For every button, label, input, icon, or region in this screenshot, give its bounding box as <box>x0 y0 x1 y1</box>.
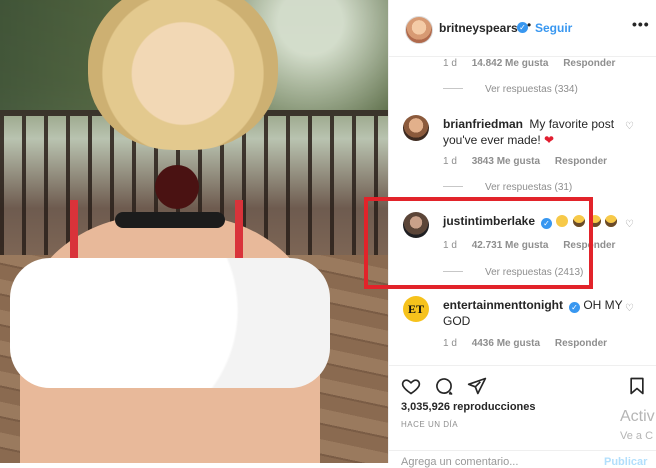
heart-icon[interactable] <box>401 376 421 396</box>
comment-likes[interactable]: 4436 Me gusta <box>472 338 540 349</box>
like-comment-heart-icon[interactable]: ♡ <box>625 122 635 132</box>
reply-button[interactable]: Responder <box>555 338 607 349</box>
author-avatar[interactable] <box>405 16 433 44</box>
reply-button[interactable]: Responder <box>563 58 615 69</box>
comment-input[interactable]: Agrega un comentario... <box>401 456 518 468</box>
bookmark-icon[interactable] <box>627 376 647 396</box>
view-replies[interactable]: Ver respuestas (31) <box>443 182 572 193</box>
comment-age: 1 d <box>443 338 457 349</box>
commenter-username[interactable]: entertainmenttonight <box>443 298 563 312</box>
reply-button[interactable]: Responder <box>555 156 607 167</box>
author-username[interactable]: britneyspears <box>439 21 518 35</box>
windows-activation-watermark: Activ <box>620 408 655 425</box>
more-icon[interactable]: ••• <box>632 16 650 32</box>
highlight-box <box>364 197 593 289</box>
comment-meta: 1 d 3843 Me gusta Responder <box>443 156 619 167</box>
follow-button[interactable]: Seguir <box>535 21 572 35</box>
post-comment-button[interactable]: Publicar <box>604 456 647 468</box>
share-icon[interactable] <box>467 376 487 396</box>
commenter-avatar[interactable]: ET <box>403 296 429 322</box>
screaming-emoji <box>605 215 618 227</box>
views-count: 3,035,926 reproducciones <box>401 401 536 413</box>
comment-body: entertainmenttonight ✓ OH MY GOD <box>443 297 623 329</box>
windows-activation-subtext: Ve a C <box>620 430 654 442</box>
red-heart-emoji: ❤ <box>544 133 555 147</box>
verified-icon: ✓ <box>569 302 580 313</box>
comment-likes[interactable]: 3843 Me gusta <box>472 156 540 167</box>
comment-meta: 1 d 4436 Me gusta Responder <box>443 338 619 349</box>
view-replies-label[interactable]: Ver respuestas (31) <box>485 182 572 193</box>
post-actions <box>389 365 656 406</box>
comment-age: 1 d <box>443 156 457 167</box>
comment-icon[interactable] <box>434 376 454 396</box>
comment-age: 1 d <box>443 58 457 69</box>
separator-dot: • <box>527 18 532 32</box>
like-comment-heart-icon[interactable]: ♡ <box>625 220 635 230</box>
comment-body: brianfriedman My favorite post you've ev… <box>443 116 623 148</box>
person-figure <box>10 0 330 463</box>
post-header: britneyspears ✓ • Seguir ••• <box>389 0 656 57</box>
commenter-avatar[interactable] <box>403 115 429 141</box>
add-comment-bar: Agrega un comentario... Publicar <box>389 450 656 468</box>
comment-meta: 1 d 14.842 Me gusta Responder <box>443 58 627 69</box>
comment-likes[interactable]: 14.842 Me gusta <box>472 58 549 69</box>
commenter-username[interactable]: brianfriedman <box>443 117 523 131</box>
view-replies[interactable]: Ver respuestas (334) <box>443 84 578 95</box>
like-comment-heart-icon[interactable]: ♡ <box>625 304 635 314</box>
view-replies-label[interactable]: Ver respuestas (334) <box>485 84 578 95</box>
post-time-ago: HACE UN DÍA <box>401 420 459 429</box>
post-video[interactable] <box>0 0 388 463</box>
